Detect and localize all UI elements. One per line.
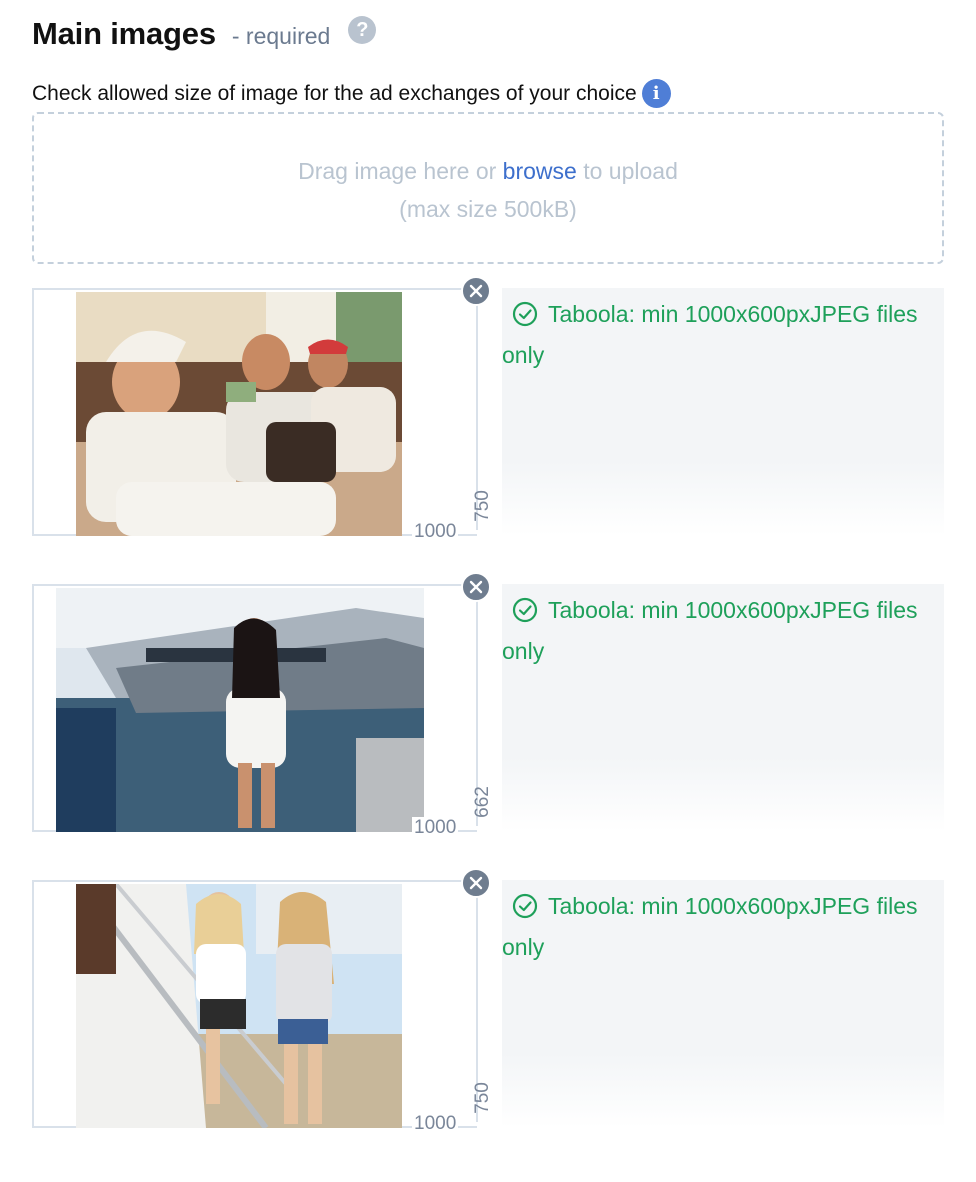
image-item: 1000 662 Taboola: min 1000x600pxJPEG fil… (32, 572, 944, 839)
close-icon (469, 876, 483, 890)
dropzone-text-before: Drag image here or (298, 158, 497, 184)
size-instructions: Check allowed size of image for the ad e… (32, 79, 671, 108)
question-circle-icon[interactable]: ? (348, 16, 377, 44)
image-item: 1000 750 Taboola: min 1000x600pxJPEG fil… (32, 868, 944, 1135)
instructions-text: Check allowed size of image for the ad e… (32, 81, 637, 105)
image-preview-frame (32, 584, 477, 832)
validation-panel: Taboola: min 1000x600pxJPEG files only (502, 288, 944, 536)
validation-text: Taboola: min 1000x600pxJPEG files only (502, 893, 918, 960)
validation-message: Taboola: min 1000x600pxJPEG files only (502, 886, 942, 968)
image-thumbnail (76, 884, 402, 1128)
width-dimension-label: 1000 (412, 1113, 459, 1135)
image-preview-frame (32, 880, 477, 1128)
image-item: 1000 750 Taboola: min 1000x600pxJPEG fil… (32, 276, 944, 543)
remove-image-button[interactable] (461, 276, 491, 306)
dropzone-max-size: (max size 500kB) (399, 196, 577, 222)
image-thumbnail (76, 292, 402, 536)
validation-panel: Taboola: min 1000x600pxJPEG files only (502, 880, 944, 1128)
validation-message: Taboola: min 1000x600pxJPEG files only (502, 294, 942, 376)
remove-image-button[interactable] (461, 572, 491, 602)
browse-link[interactable]: browse (503, 158, 577, 184)
info-circle-icon[interactable]: i (641, 79, 671, 108)
validation-text: Taboola: min 1000x600pxJPEG files only (502, 301, 918, 368)
width-dimension-label: 1000 (412, 817, 459, 839)
required-label: - required (231, 22, 331, 49)
image-thumbnail (56, 588, 424, 832)
image-preview-frame (32, 288, 477, 536)
check-circle-icon (512, 301, 538, 327)
close-icon (469, 580, 483, 594)
image-dropzone[interactable]: Drag image here or browse to upload (max… (32, 112, 944, 264)
height-dimension-label: 750 (472, 490, 493, 522)
validation-panel: Taboola: min 1000x600pxJPEG files only (502, 584, 944, 832)
check-circle-icon (512, 597, 538, 623)
close-icon (469, 284, 483, 298)
section-header: Main images - required ? (32, 14, 377, 54)
section-title: Main images (32, 16, 216, 51)
check-circle-icon (512, 893, 538, 919)
remove-image-button[interactable] (461, 868, 491, 898)
validation-text: Taboola: min 1000x600pxJPEG files only (502, 597, 918, 664)
height-dimension-label: 662 (472, 786, 493, 818)
validation-message: Taboola: min 1000x600pxJPEG files only (502, 590, 942, 672)
dropzone-text-after: to upload (583, 158, 678, 184)
width-dimension-label: 1000 (412, 521, 459, 543)
height-dimension-label: 750 (472, 1082, 493, 1114)
